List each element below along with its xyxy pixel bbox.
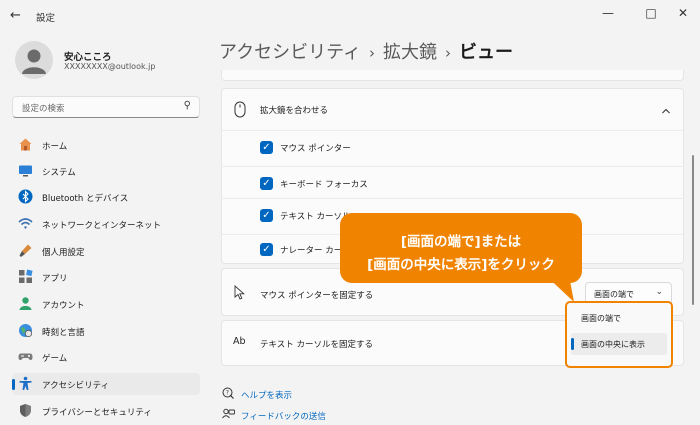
system-icon xyxy=(18,163,33,178)
search-placeholder: 設定の検索 xyxy=(22,104,65,114)
minimize-icon[interactable]: — xyxy=(598,6,618,20)
bluetooth-icon xyxy=(18,189,33,204)
sidebar-item-label: 時刻と言語 xyxy=(42,328,85,338)
follow-magnifier-label: 拡大鏡を合わせる xyxy=(260,106,329,116)
dropdown-menu: 画面の端で 画面の中央に表示 xyxy=(565,301,673,368)
account-icon xyxy=(18,296,33,311)
apps-icon xyxy=(18,269,33,284)
breadcrumb: アクセシビリティ › 拡大鏡 › ビュー xyxy=(219,38,513,64)
sidebar-item-system[interactable]: システム xyxy=(12,160,200,182)
sidebar-item-network[interactable]: ネットワークとインターネット xyxy=(12,213,200,235)
scrollbar[interactable] xyxy=(692,155,694,305)
sidebar-item-accessibility[interactable]: アクセシビリティ xyxy=(12,373,200,395)
maximize-icon[interactable]: □ xyxy=(641,6,661,20)
home-icon xyxy=(18,137,33,152)
shield-icon xyxy=(18,403,33,418)
pointer-icon xyxy=(234,284,245,304)
sidebar-item-home[interactable]: ホーム xyxy=(12,134,200,156)
search-input[interactable]: 設定の検索 ⚲ xyxy=(12,96,200,118)
accessibility-icon xyxy=(18,376,33,391)
mouse-icon xyxy=(234,101,246,122)
check-icon[interactable]: ✓ xyxy=(260,209,273,222)
text-cursor-icon: Ab xyxy=(233,336,246,347)
sidebar-item-label: システム xyxy=(42,168,76,178)
sidebar-item-label: ゲーム xyxy=(42,354,68,364)
checkbox-row-mouse-pointer[interactable]: ✓ マウス ポインター xyxy=(221,130,684,167)
svg-text:?: ? xyxy=(226,390,229,397)
sidebar-item-label: ネットワークとインターネット xyxy=(42,221,162,231)
profile-name: 安心こころ xyxy=(64,52,112,63)
app-title: 設定 xyxy=(36,13,56,24)
breadcrumb-separator: › xyxy=(445,44,452,62)
search-icon[interactable]: ⚲ xyxy=(184,100,191,111)
check-icon[interactable]: ✓ xyxy=(260,177,273,190)
gamepad-icon xyxy=(18,349,33,364)
wifi-icon xyxy=(18,216,33,231)
breadcrumb-separator: › xyxy=(369,44,376,62)
menu-item-screen-edge[interactable]: 画面の端で xyxy=(571,307,667,329)
sidebar-item-label: アプリ xyxy=(42,274,68,284)
brush-icon xyxy=(18,243,33,258)
page-title: ビュー xyxy=(459,42,514,63)
mouse-pointer-lock-label: マウス ポインターを固定する xyxy=(260,291,374,301)
avatar[interactable] xyxy=(15,41,53,79)
menu-item-label: 画面の中央に表示 xyxy=(581,340,645,349)
sidebar-item-label: アカウント xyxy=(42,301,85,311)
sidebar-item-label: Bluetooth とデバイス xyxy=(42,194,129,204)
feedback-icon xyxy=(222,408,235,424)
sidebar-item-privacy[interactable]: プライバシーとセキュリティ xyxy=(12,400,200,422)
menu-item-label: 画面の端で xyxy=(581,314,621,323)
breadcrumb-accessibility[interactable]: アクセシビリティ xyxy=(219,42,361,63)
sidebar-item-label: プライバシーとセキュリティ xyxy=(42,408,152,418)
sidebar-item-bluetooth[interactable]: Bluetooth とデバイス xyxy=(12,186,200,208)
check-icon[interactable]: ✓ xyxy=(260,243,273,256)
sidebar-item-accounts[interactable]: アカウント xyxy=(12,293,200,315)
close-icon[interactable]: ✕ xyxy=(673,6,693,20)
sidebar-item-label: ホーム xyxy=(42,142,68,152)
chevron-down-icon: ⌄ xyxy=(655,287,663,297)
person-icon xyxy=(22,49,46,74)
callout-line-1: [画面の端で]または xyxy=(400,234,522,250)
checkbox-label: キーボード フォーカス xyxy=(280,180,368,190)
check-icon[interactable]: ✓ xyxy=(260,141,273,154)
dropdown-value: 画面の端で xyxy=(594,290,634,299)
globe-icon xyxy=(18,323,33,338)
sidebar-item-personalization[interactable]: 個人用設定 xyxy=(12,240,200,262)
follow-magnifier-header[interactable]: 拡大鏡を合わせる xyxy=(221,88,684,132)
sidebar-item-apps[interactable]: アプリ xyxy=(12,266,200,288)
sidebar-item-time-language[interactable]: 時刻と言語 xyxy=(12,320,200,342)
sidebar-item-gaming[interactable]: ゲーム xyxy=(12,346,200,368)
sidebar-item-label: 個人用設定 xyxy=(42,248,85,258)
menu-item-screen-center[interactable]: 画面の中央に表示 xyxy=(571,333,667,355)
previous-setting-card xyxy=(221,70,684,81)
chevron-up-icon[interactable] xyxy=(661,101,671,120)
callout-line-2: [画面の中央に表示]をクリック xyxy=(367,257,555,273)
back-arrow-icon[interactable]: ← xyxy=(10,8,21,23)
sidebar-item-label: アクセシビリティ xyxy=(42,381,110,391)
instruction-callout: [画面の端で]または [画面の中央に表示]をクリック xyxy=(340,213,582,283)
profile-email: XXXXXXXX@outlook.jp xyxy=(64,62,156,71)
feedback-link-label[interactable]: フィードバックの送信 xyxy=(241,410,326,422)
checkbox-label: マウス ポインター xyxy=(280,144,351,154)
help-link-label[interactable]: ヘルプを表示 xyxy=(241,389,292,401)
text-cursor-lock-label: テキスト カーソルを固定する xyxy=(260,340,373,350)
breadcrumb-magnifier[interactable]: 拡大鏡 xyxy=(383,42,437,63)
help-icon: ? xyxy=(222,387,235,403)
title-bar: ← 設定 — □ ✕ xyxy=(0,0,700,32)
